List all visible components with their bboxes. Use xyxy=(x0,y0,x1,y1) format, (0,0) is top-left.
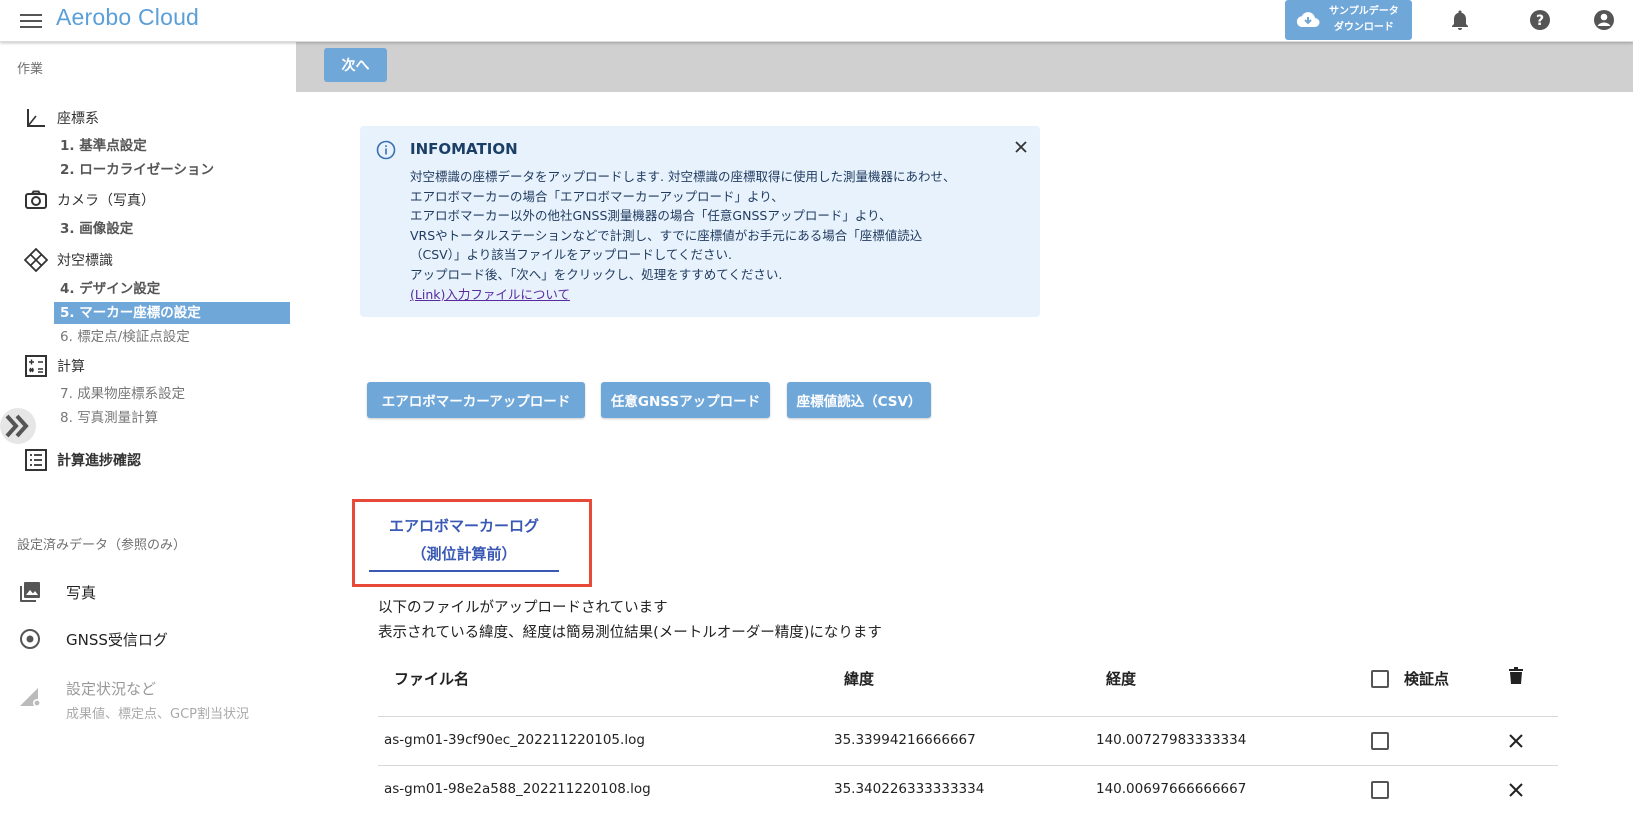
work-section-label: 作業 xyxy=(17,62,44,77)
sidebar-item-progress[interactable]: 計算進捗確認 xyxy=(24,448,141,472)
csv-upload-button[interactable]: 座標値読込（CSV） xyxy=(787,382,931,418)
photo-icon xyxy=(20,582,40,602)
gnss-upload-button[interactable]: 任意GNSSアップロード xyxy=(601,382,770,418)
log-tab-subtitle: （測位計算前） xyxy=(411,545,517,563)
delete-row-icon[interactable] xyxy=(1507,781,1525,799)
action-bar: 次へ xyxy=(296,42,1633,92)
sidebar-step-7[interactable]: 7. 成果物座標系設定 xyxy=(54,383,290,405)
svg-text:?: ? xyxy=(1536,13,1544,29)
info-title: INFOMATION xyxy=(410,140,518,158)
camera-icon xyxy=(25,190,47,209)
help-icon[interactable]: ? xyxy=(1528,8,1552,32)
row-lat: 35.33994216666667 xyxy=(834,732,976,748)
table-row: as-gm01-98e2a588_202211220108.log 35.340… xyxy=(378,765,1558,814)
sidebar-step-2[interactable]: 2. ローカライゼーション xyxy=(54,159,290,181)
menu-icon[interactable] xyxy=(20,10,42,32)
brand-title[interactable]: Aerobo Cloud xyxy=(56,4,199,31)
close-icon[interactable] xyxy=(1012,138,1030,156)
cloud-download-icon xyxy=(1296,12,1320,27)
sidebar-item-gnss-log[interactable]: GNSS受信ログ xyxy=(18,627,168,651)
sidebar-step-5[interactable]: 5. マーカー座標の設定 xyxy=(54,302,290,324)
category-camera: カメラ（写真） xyxy=(24,188,155,212)
sample-download-button[interactable]: サンプルデータ ダウンロード xyxy=(1285,0,1412,40)
reference-section-label: 設定済みデータ（参照のみ） xyxy=(17,538,187,553)
category-calculation: 計算 xyxy=(24,354,85,378)
sidebar-step-4[interactable]: 4. デザイン設定 xyxy=(54,278,290,300)
collapse-sidebar-button[interactable] xyxy=(0,408,36,444)
category-coordinate-system: 座標系 xyxy=(24,106,99,130)
app-header: Aerobo Cloud サンプルデータ ダウンロード ? xyxy=(0,0,1633,42)
category-aerial-marker: 対空標識 xyxy=(24,248,113,272)
marker-upload-button[interactable]: エアロボマーカーアップロード xyxy=(367,382,585,418)
col-header-filename: ファイル名 xyxy=(394,670,470,688)
next-button[interactable]: 次へ xyxy=(324,48,387,82)
calculator-icon xyxy=(25,355,47,377)
col-header-lat: 緯度 xyxy=(844,670,875,688)
marker-diamond-icon xyxy=(24,248,48,272)
row-filename: as-gm01-39cf90ec_202211220105.log xyxy=(384,732,645,748)
download-label-line2: ダウンロード xyxy=(1333,22,1394,33)
sidebar-item-settings-status[interactable]: 設定状況など 成果値、標定点、GCP割当状況 xyxy=(18,678,249,722)
sidebar-step-8[interactable]: 8. 写真測量計算 xyxy=(54,407,290,429)
account-icon[interactable] xyxy=(1592,8,1616,32)
verify-all-checkbox[interactable] xyxy=(1371,670,1389,688)
info-icon xyxy=(376,140,396,160)
sidebar-step-1[interactable]: 1. 基準点設定 xyxy=(54,135,290,157)
delete-all-icon[interactable] xyxy=(1506,666,1526,686)
download-label-line1: サンプルデータ xyxy=(1329,6,1399,17)
info-body: 対空標識の座標データをアップロードします. 対空標識の座標取得に使用した測量機器… xyxy=(410,167,1010,304)
row-lon: 140.00727983333334 xyxy=(1096,732,1247,748)
sidebar-item-photo[interactable]: 写真 xyxy=(18,580,96,604)
row-lon: 140.00697666666667 xyxy=(1096,781,1247,797)
tab-indicator xyxy=(369,570,559,572)
row-filename: as-gm01-98e2a588_202211220108.log xyxy=(384,781,651,797)
list-icon xyxy=(25,449,47,471)
input-file-info-link[interactable]: (Link)入力ファイルについて xyxy=(410,285,1010,305)
accuracy-note: 表示されている緯度、経度は簡易測位結果(メートルオーダー精度)になります xyxy=(378,625,882,641)
sidebar: 作業 座標系 1. 基準点設定 2. ローカライゼーション カメラ（写真） 3.… xyxy=(0,42,296,816)
settings-status-icon xyxy=(20,688,41,707)
delete-row-icon[interactable] xyxy=(1507,732,1525,750)
sidebar-step-6[interactable]: 6. 標定点/検証点設定 xyxy=(54,326,290,348)
axis-icon xyxy=(27,109,45,127)
bell-icon[interactable] xyxy=(1448,8,1472,32)
log-tab-title: エアロボマーカーログ xyxy=(388,517,539,535)
gnss-icon xyxy=(20,629,40,649)
info-panel: INFOMATION 対空標識の座標データをアップロードします. 対空標識の座標… xyxy=(360,126,1040,317)
sidebar-step-3[interactable]: 3. 画像設定 xyxy=(54,218,290,240)
uploaded-files-note: 以下のファイルがアップロードされています xyxy=(378,600,668,616)
table-row: as-gm01-39cf90ec_202211220105.log 35.339… xyxy=(378,716,1558,765)
col-header-lon: 経度 xyxy=(1106,670,1137,688)
row-lat: 35.340226333333334 xyxy=(834,781,985,797)
row-verify-checkbox[interactable] xyxy=(1371,781,1389,799)
row-verify-checkbox[interactable] xyxy=(1371,732,1389,750)
col-header-verify: 検証点 xyxy=(1404,670,1450,688)
marker-log-tab[interactable]: エアロボマーカーログ （測位計算前） xyxy=(352,499,592,587)
double-chevron-icon xyxy=(5,414,29,438)
